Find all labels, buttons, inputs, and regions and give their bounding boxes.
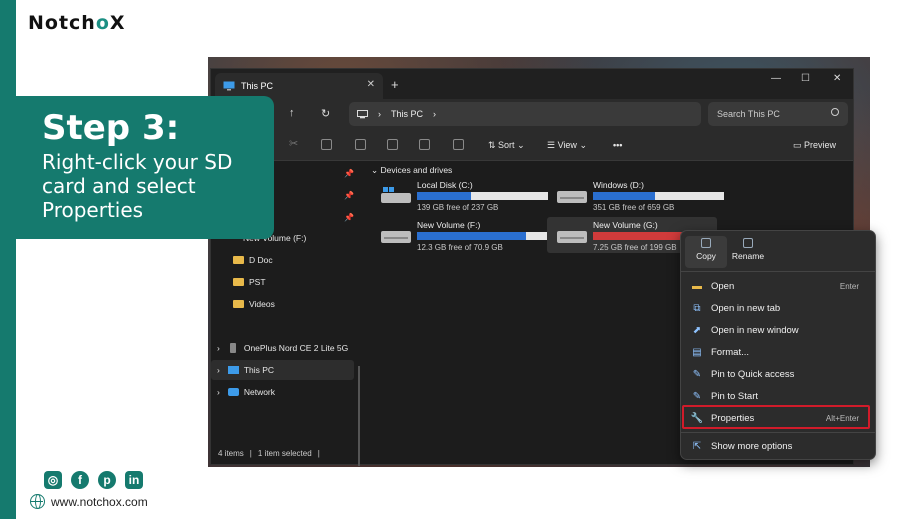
drive-f[interactable]: New Volume (F:) 12.3 GB free of 70.9 GB xyxy=(371,217,548,253)
more-options-icon: ⇱ xyxy=(692,440,702,452)
scrollbar[interactable] xyxy=(358,366,360,466)
pinterest-icon[interactable]: p xyxy=(98,471,116,489)
instagram-icon[interactable]: ◎ xyxy=(44,471,62,489)
menu-item-show-more[interactable]: ⇱ Show more options xyxy=(687,436,871,456)
nav-item-d-doc[interactable]: D Doc xyxy=(211,250,354,270)
pin-icon: 📌 xyxy=(344,191,354,200)
tab-bar: This PC ✕ + — ☐ ✕ xyxy=(211,69,853,99)
slide: NotchoX Step 3: Right-click your SD card… xyxy=(0,0,922,519)
minimize-icon[interactable]: — xyxy=(771,73,781,84)
menu-item-open-new-tab[interactable]: ⧉ Open in new tab xyxy=(687,298,871,318)
copy-button[interactable]: Copy xyxy=(685,236,727,268)
computer-icon xyxy=(357,109,368,118)
new-window-icon: ⬈ xyxy=(692,324,702,336)
rename-button[interactable]: Rename xyxy=(727,236,769,268)
social-links: ◎ f p in xyxy=(44,471,143,489)
menu-item-pin-quick-access[interactable]: ✎ Pin to Quick access xyxy=(687,364,871,384)
maximize-icon[interactable]: ☐ xyxy=(801,73,810,84)
side-stripe xyxy=(0,0,16,519)
pin-icon: 📌 xyxy=(344,169,354,178)
monitor-icon xyxy=(223,81,235,91)
paste-icon[interactable] xyxy=(355,139,366,150)
nav-item-videos[interactable]: Videos xyxy=(211,294,354,314)
chevron-right-icon[interactable]: › xyxy=(217,365,220,375)
properties-highlight xyxy=(682,405,870,429)
search-input[interactable]: Search This PC xyxy=(708,102,848,126)
add-tab-icon[interactable]: + xyxy=(391,77,399,92)
usage-bar xyxy=(417,232,548,240)
share-icon[interactable] xyxy=(419,139,430,150)
drive-icon xyxy=(381,231,411,243)
facebook-icon[interactable]: f xyxy=(71,471,89,489)
drive-d[interactable]: Windows (D:) 351 GB free of 659 GB xyxy=(547,177,724,213)
close-window-icon[interactable]: ✕ xyxy=(833,73,841,84)
chevron-right-icon: › xyxy=(378,109,381,119)
pin-icon: 📌 xyxy=(344,213,354,222)
sort-button[interactable]: ⇅ Sort ⌄ xyxy=(488,140,525,151)
website[interactable]: www.notchox.com xyxy=(30,494,148,509)
search-icon xyxy=(831,108,839,116)
globe-icon xyxy=(30,494,45,509)
folder-icon xyxy=(233,300,244,308)
format-icon: ▤ xyxy=(692,346,702,358)
group-header[interactable]: ⌄ Devices and drives xyxy=(371,165,452,176)
folder-icon xyxy=(233,278,244,286)
rename-icon[interactable] xyxy=(387,139,398,150)
copy-icon[interactable] xyxy=(321,139,332,150)
refresh-icon[interactable]: ↻ xyxy=(321,107,330,120)
chevron-right-icon[interactable]: › xyxy=(217,387,220,397)
nav-item-this-pc[interactable]: › This PC xyxy=(211,360,354,380)
website-link[interactable]: www.notchox.com xyxy=(51,495,148,509)
new-tab-icon: ⧉ xyxy=(693,302,701,314)
nav-item-pst[interactable]: PST xyxy=(211,272,354,292)
phone-icon xyxy=(229,343,236,353)
status-bar: 4 items | 1 item selected | xyxy=(218,449,320,458)
chevron-right-icon[interactable]: › xyxy=(217,343,220,353)
close-tab-icon[interactable]: ✕ xyxy=(367,79,375,90)
menu-item-open-new-window[interactable]: ⬈ Open in new window xyxy=(687,320,871,340)
drive-icon xyxy=(557,191,587,203)
context-menu-actions: Copy Rename xyxy=(681,231,875,271)
address-bar[interactable]: › This PC › xyxy=(349,102,701,126)
network-icon xyxy=(227,388,239,396)
address-row: ↑ ↻ › This PC › Search This PC xyxy=(211,99,853,131)
menu-item-pin-start[interactable]: ✎ Pin to Start xyxy=(687,386,871,406)
drive-c[interactable]: Local Disk (C:) 139 GB free of 237 GB xyxy=(371,177,548,213)
chevron-right-icon: › xyxy=(433,109,437,119)
drive-icon xyxy=(557,231,587,243)
more-options-button[interactable]: ••• xyxy=(613,140,622,150)
drive-windows-icon xyxy=(381,187,411,203)
view-button[interactable]: ☰ View ⌄ xyxy=(547,140,587,151)
usage-bar xyxy=(417,192,548,200)
usage-bar xyxy=(593,192,724,200)
step-callout: Step 3: Right-click your SD card and sel… xyxy=(16,96,274,239)
delete-icon[interactable] xyxy=(453,139,464,150)
copy-icon xyxy=(701,238,711,248)
logo: NotchoX xyxy=(28,12,126,34)
divider xyxy=(681,271,875,272)
divider xyxy=(681,432,875,433)
command-bar: ✂ ⇅ Sort ⌄ ☰ View ⌄ ••• ▭ Preview xyxy=(211,131,853,161)
linkedin-icon[interactable]: in xyxy=(125,471,143,489)
nav-item-oneplus[interactable]: › OnePlus Nord CE 2 Lite 5G xyxy=(211,338,354,358)
menu-item-format[interactable]: ▤ Format... xyxy=(687,342,871,362)
monitor-icon xyxy=(227,366,239,374)
rename-icon xyxy=(743,238,753,248)
pin-icon: ✎ xyxy=(692,368,702,380)
open-folder-icon: ▬ xyxy=(692,280,702,292)
step-text: Right-click your SD card and select Prop… xyxy=(42,150,233,222)
pin-icon: ✎ xyxy=(692,390,702,402)
preview-button[interactable]: ▭ Preview xyxy=(793,140,836,151)
up-arrow-icon[interactable]: ↑ xyxy=(289,107,295,119)
menu-item-open[interactable]: ▬ Open Enter xyxy=(687,276,871,296)
nav-item-network[interactable]: › Network xyxy=(211,382,354,402)
step-title: Step 3: xyxy=(42,108,180,148)
folder-icon xyxy=(233,256,244,264)
address-text: This PC xyxy=(391,109,424,119)
cut-icon[interactable]: ✂ xyxy=(289,137,300,150)
